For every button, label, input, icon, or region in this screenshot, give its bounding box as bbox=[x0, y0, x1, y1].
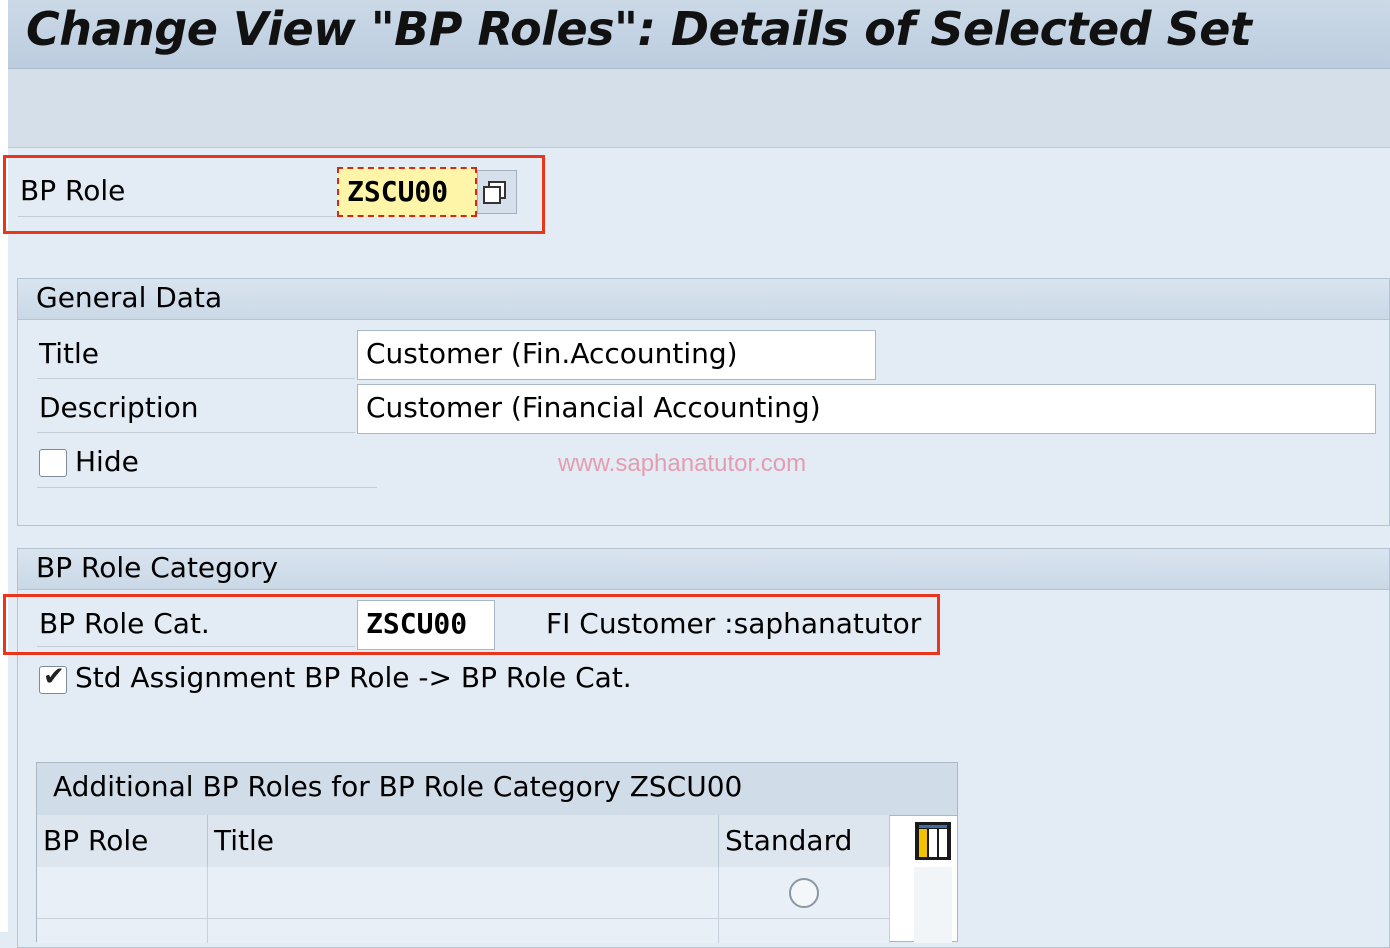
table-row-next[interactable] bbox=[37, 919, 208, 943]
role-category-header: BP Role Category bbox=[18, 549, 1389, 590]
table-settings-icon[interactable] bbox=[914, 821, 952, 861]
cell-standard bbox=[719, 867, 890, 919]
table-title-bar: Additional BP Roles for BP Role Category… bbox=[37, 763, 957, 816]
column-header-title[interactable]: Title bbox=[208, 815, 719, 867]
page-title: Change View "BP Roles": Details of Selec… bbox=[26, 2, 1252, 56]
cell-title[interactable] bbox=[208, 867, 719, 919]
general-data-header: General Data bbox=[18, 279, 1389, 320]
title-input[interactable]: Customer (Fin.Accounting) bbox=[357, 330, 876, 380]
window-left-edge bbox=[0, 0, 8, 932]
role-category-title: BP Role Category bbox=[36, 551, 279, 584]
description-label-underline bbox=[37, 432, 355, 433]
table-row-next-standard[interactable] bbox=[719, 919, 890, 943]
hide-checkbox[interactable] bbox=[39, 449, 67, 477]
standard-radio[interactable] bbox=[789, 878, 819, 908]
title-label-underline bbox=[37, 378, 355, 379]
column-header-bp-role[interactable]: BP Role bbox=[37, 815, 208, 867]
description-label: Description bbox=[39, 391, 199, 424]
additional-roles-table: Additional BP Roles for BP Role Category… bbox=[36, 762, 958, 943]
table-row-next-title[interactable] bbox=[208, 919, 719, 943]
std-assignment-checkbox[interactable]: ✔ bbox=[39, 662, 67, 694]
std-assignment-label: Std Assignment BP Role -> BP Role Cat. bbox=[75, 661, 632, 694]
title-label: Title bbox=[39, 337, 100, 370]
general-data-title: General Data bbox=[36, 281, 223, 314]
title-bar: Change View "BP Roles": Details of Selec… bbox=[8, 0, 1390, 69]
hide-label-underline bbox=[37, 487, 377, 488]
checkmark-icon: ✔ bbox=[43, 662, 65, 692]
description-input[interactable]: Customer (Financial Accounting) bbox=[357, 384, 1376, 434]
cell-bp-role[interactable] bbox=[37, 867, 208, 919]
role-cat-highlight bbox=[3, 594, 940, 655]
watermark-text: www.saphanatutor.com bbox=[558, 450, 807, 477]
column-header-standard[interactable]: Standard bbox=[719, 815, 890, 867]
table-title: Additional BP Roles for BP Role Category… bbox=[53, 770, 743, 803]
application-toolbar bbox=[8, 69, 1390, 148]
bp-role-highlight bbox=[3, 155, 545, 234]
hide-label: Hide bbox=[75, 445, 139, 478]
